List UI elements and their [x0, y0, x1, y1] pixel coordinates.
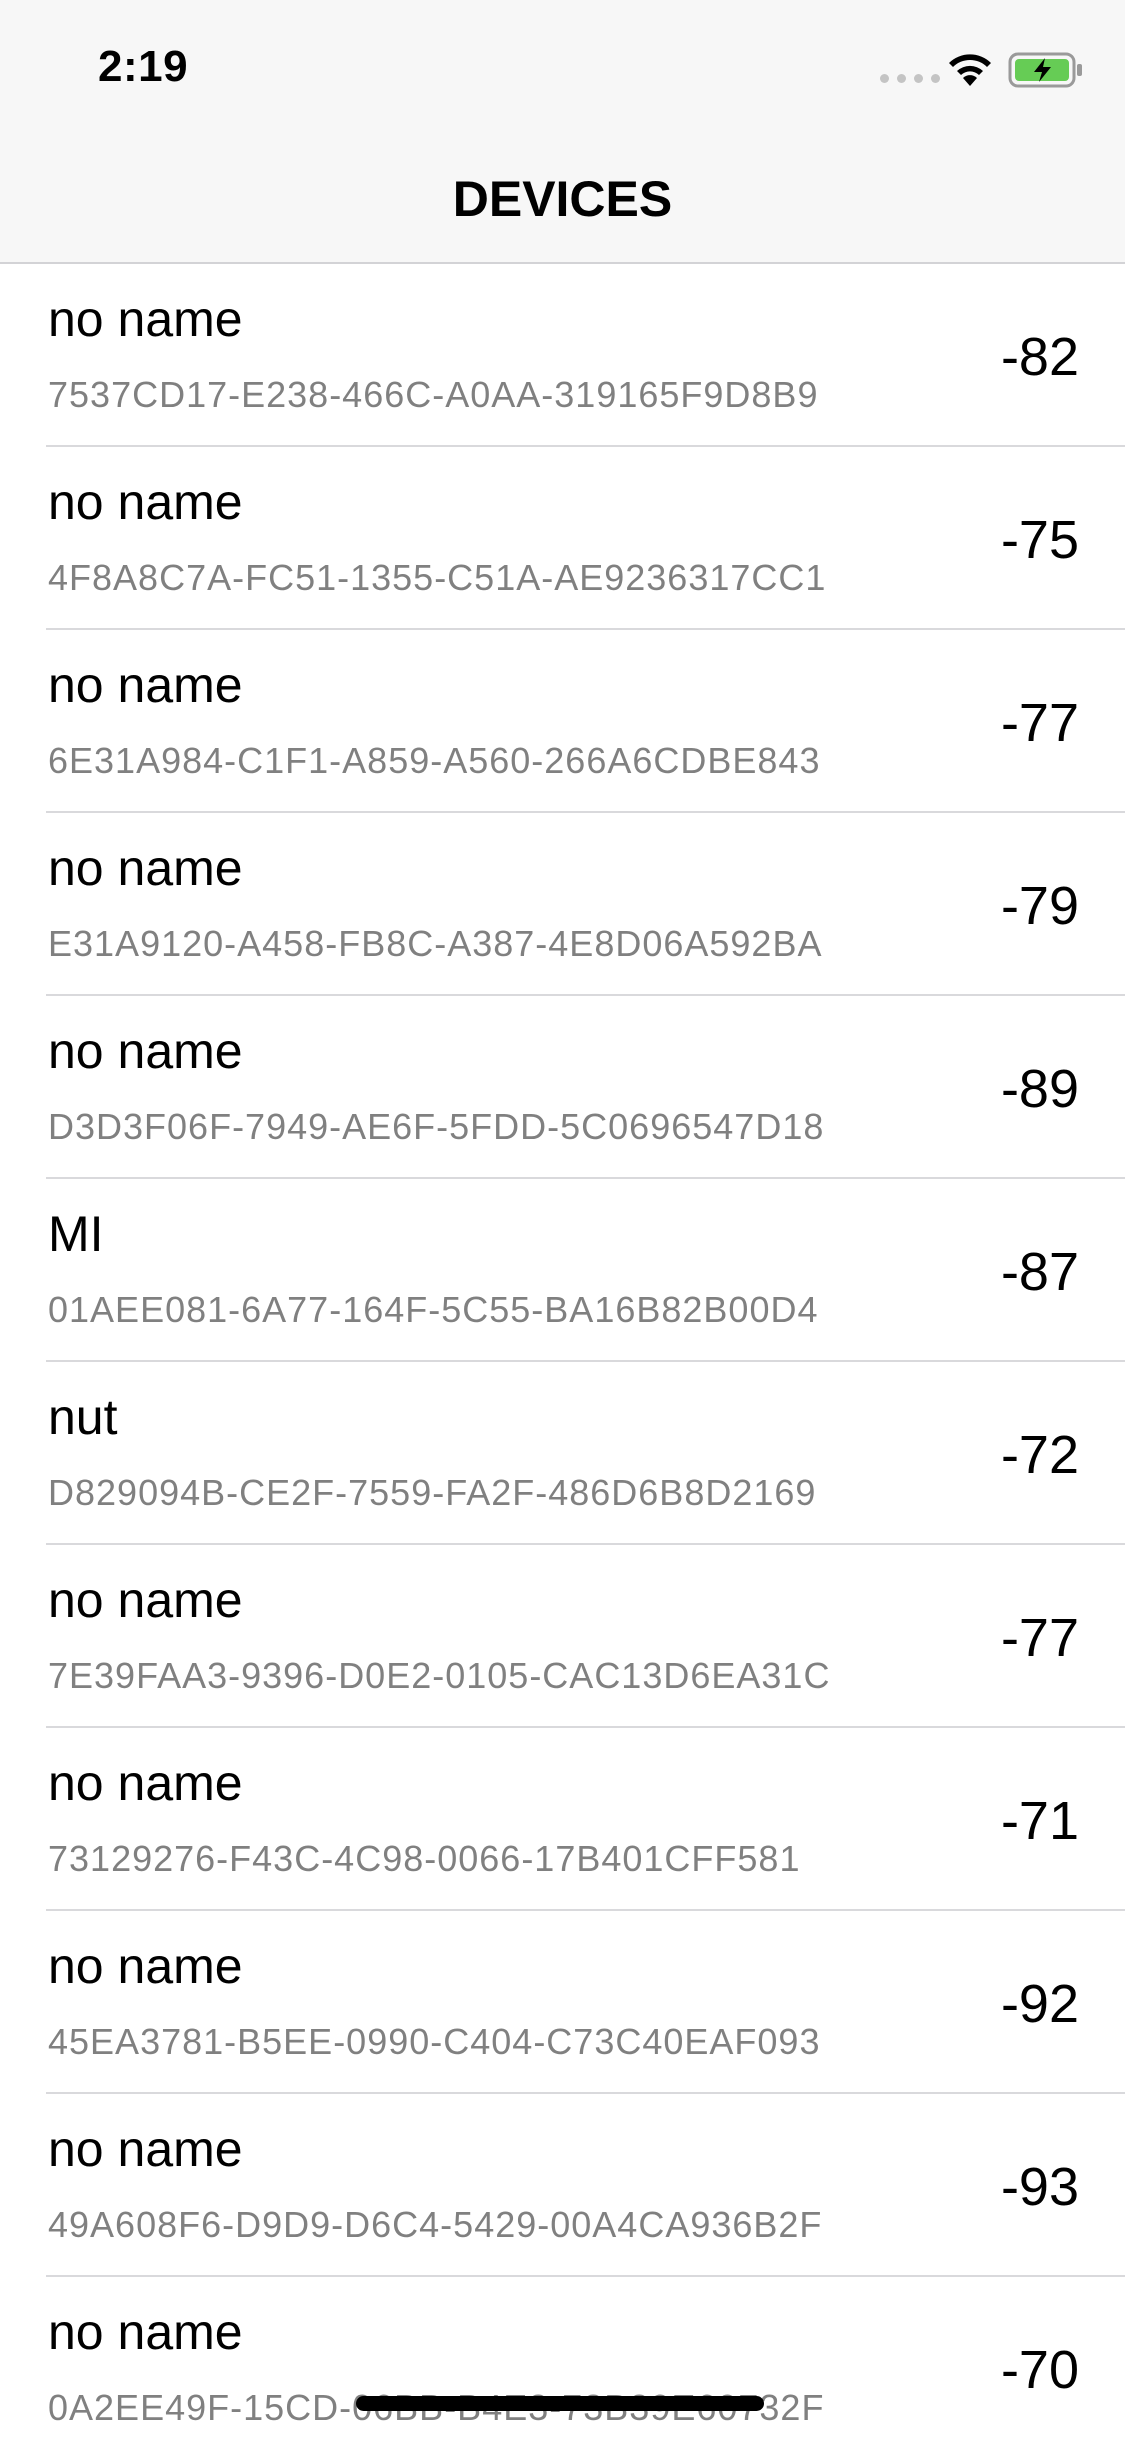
home-indicator[interactable]	[356, 2396, 764, 2411]
device-rssi: -92	[1000, 1974, 1079, 2034]
device-uuid: 6E31A984-C1F1-A859-A560-266A6CDBE843	[48, 740, 821, 781]
navigation-bar: DEVICES	[0, 132, 1125, 264]
device-rssi: -77	[1000, 693, 1079, 753]
device-uuid: 73129276-F43C-4C98-0066-17B401CFF581	[48, 1838, 801, 1879]
device-row[interactable]: no name 0A2EE49F-15CD-06BB-B4E3-73B39E60…	[0, 2277, 1125, 2460]
device-row[interactable]: no name 45EA3781-B5EE-0990-C404-C73C40EA…	[0, 1911, 1125, 2094]
device-uuid: D3D3F06F-7949-AE6F-5FDD-5C0696547D18	[48, 1106, 825, 1147]
device-row[interactable]: no name D3D3F06F-7949-AE6F-5FDD-5C069654…	[0, 996, 1125, 1179]
device-rssi: -93	[1000, 2157, 1079, 2217]
device-rssi: -75	[1000, 510, 1079, 570]
device-name: no name	[48, 1938, 243, 1994]
page-title: DEVICES	[452, 171, 673, 227]
battery-charging-icon	[1008, 52, 1082, 88]
cellular-signal-icon	[880, 74, 940, 83]
device-row[interactable]: MI 01AEE081-6A77-164F-5C55-BA16B82B00D4 …	[0, 1179, 1125, 1362]
device-rssi: -82	[1000, 327, 1079, 387]
device-list[interactable]: no name 7537CD17-E238-466C-A0AA-319165F9…	[0, 264, 1125, 2460]
device-rssi: -70	[1000, 2340, 1079, 2400]
device-name: no name	[48, 1755, 243, 1811]
device-uuid: 01AEE081-6A77-164F-5C55-BA16B82B00D4	[48, 1289, 819, 1330]
device-rssi: -77	[1000, 1608, 1079, 1668]
device-name: no name	[48, 657, 243, 713]
device-uuid: 7537CD17-E238-466C-A0AA-319165F9D8B9	[48, 374, 819, 415]
device-name: no name	[48, 2121, 243, 2177]
wifi-icon	[949, 54, 991, 86]
device-uuid: E31A9120-A458-FB8C-A387-4E8D06A592BA	[48, 923, 823, 964]
device-row[interactable]: no name 4F8A8C7A-FC51-1355-C51A-AE923631…	[0, 447, 1125, 630]
device-name: no name	[48, 1023, 243, 1079]
device-uuid: 7E39FAA3-9396-D0E2-0105-CAC13D6EA31C	[48, 1655, 831, 1696]
device-rssi: -79	[1000, 876, 1079, 936]
device-row[interactable]: nut D829094B-CE2F-7559-FA2F-486D6B8D2169…	[0, 1362, 1125, 1545]
device-rssi: -72	[1000, 1425, 1079, 1485]
device-name: MI	[48, 1206, 104, 1262]
device-row[interactable]: no name 7537CD17-E238-466C-A0AA-319165F9…	[0, 264, 1125, 447]
device-name: no name	[48, 840, 243, 896]
device-uuid: 49A608F6-D9D9-D6C4-5429-00A4CA936B2F	[48, 2204, 823, 2245]
device-row[interactable]: no name 7E39FAA3-9396-D0E2-0105-CAC13D6E…	[0, 1545, 1125, 1728]
device-uuid: D829094B-CE2F-7559-FA2F-486D6B8D2169	[48, 1472, 817, 1513]
status-bar: 2:19	[0, 0, 1125, 132]
device-name: no name	[48, 291, 243, 347]
device-uuid: 45EA3781-B5EE-0990-C404-C73C40EAF093	[48, 2021, 821, 2062]
status-time: 2:19	[98, 42, 189, 91]
device-name: no name	[48, 2304, 243, 2360]
device-uuid: 4F8A8C7A-FC51-1355-C51A-AE9236317CC1	[48, 557, 827, 598]
device-name: no name	[48, 1572, 243, 1628]
device-row[interactable]: no name E31A9120-A458-FB8C-A387-4E8D06A5…	[0, 813, 1125, 996]
device-name: nut	[48, 1389, 118, 1445]
device-row[interactable]: no name 73129276-F43C-4C98-0066-17B401CF…	[0, 1728, 1125, 1911]
device-row[interactable]: no name 49A608F6-D9D9-D6C4-5429-00A4CA93…	[0, 2094, 1125, 2277]
device-rssi: -89	[1000, 1059, 1079, 1119]
device-rssi: -71	[1000, 1791, 1079, 1851]
device-name: no name	[48, 474, 243, 530]
device-row[interactable]: no name 6E31A984-C1F1-A859-A560-266A6CDB…	[0, 630, 1125, 813]
device-rssi: -87	[1000, 1242, 1079, 1302]
